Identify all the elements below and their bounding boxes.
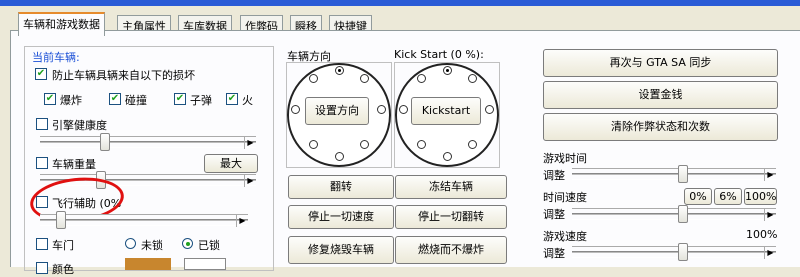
wheel-dot-icon — [335, 152, 344, 161]
protect-label: 防止车辆具辆来自以下的损坏 — [52, 69, 195, 82]
speed-100-button[interactable]: 100% — [744, 188, 777, 205]
wheel-dot-icon — [360, 74, 369, 83]
speed-0-button[interactable]: 0% — [684, 188, 712, 205]
clear-cheat-button[interactable]: 清除作弊状态和次数 — [543, 113, 778, 141]
wheel-dot-icon — [309, 140, 318, 149]
slider-arrow-icon[interactable]: ▶ — [244, 137, 256, 149]
collision-label: 碰撞 — [125, 94, 147, 107]
slider-arrow-icon[interactable]: ▶ — [764, 209, 776, 221]
stop-speed-button[interactable]: 停止一切速度 — [288, 205, 394, 229]
engine-health-slider[interactable]: ▶ — [40, 133, 256, 151]
wheel-dot-icon — [335, 66, 344, 75]
slider-arrow-icon[interactable]: ▶ — [764, 169, 776, 181]
current-vehicle-label: 当前车辆: — [32, 51, 80, 64]
repair-burned-button[interactable]: 修复烧毁车辆 — [288, 236, 394, 264]
time-speed-adjust-label: 调整 — [543, 208, 565, 221]
time-speed-thumb[interactable] — [678, 205, 688, 223]
stop-flip-button[interactable]: 停止一切翻转 — [395, 205, 507, 229]
fire-label: 火 — [242, 94, 253, 107]
collision-checkbox[interactable]: ✔ — [109, 93, 121, 105]
game-speed-adjust-label: 调整 — [543, 247, 565, 260]
time-speed-slider[interactable]: ▶ — [572, 205, 776, 223]
slider-arrow-icon[interactable]: ▶ — [236, 215, 248, 227]
bullet-checkbox[interactable]: ✔ — [174, 93, 186, 105]
burn-no-explode-button[interactable]: 燃烧而不爆炸 — [395, 236, 507, 264]
game-speed-thumb[interactable] — [678, 243, 688, 261]
wheel-dot-icon — [443, 66, 452, 75]
color-swatch-2[interactable] — [184, 258, 226, 270]
game-speed-label: 游戏速度 — [543, 230, 587, 243]
flight-assist-thumb[interactable] — [56, 211, 66, 229]
flight-assist-slider[interactable]: ▶ — [40, 211, 248, 229]
wheel-dot-icon — [291, 105, 300, 114]
set-direction-button[interactable]: 设置方向 — [305, 97, 369, 125]
fire-checkbox[interactable]: ✔ — [226, 93, 238, 105]
game-time-thumb[interactable] — [678, 165, 688, 183]
slider-arrow-icon[interactable]: ▶ — [244, 175, 256, 187]
wheel-dot-icon — [360, 140, 369, 149]
engine-health-label: 引擎健康度 — [52, 119, 107, 132]
kickstart-title: Kick Start (0 %): — [394, 48, 484, 61]
wheel-dot-icon — [468, 74, 477, 83]
tab-vehicle-game-data[interactable]: 车辆和游戏数据 — [18, 12, 105, 36]
game-speed-value: 100% — [746, 228, 778, 241]
explosion-label: 爆炸 — [60, 94, 82, 107]
vehicle-weight-checkbox[interactable] — [36, 157, 48, 169]
engine-health-thumb[interactable] — [100, 133, 110, 151]
kickstart-button[interactable]: Kickstart — [411, 97, 481, 125]
game-time-adjust-label: 调整 — [543, 169, 565, 182]
game-time-slider[interactable]: ▶ — [572, 165, 776, 183]
explosion-checkbox[interactable]: ✔ — [44, 93, 56, 105]
slider-arrow-icon[interactable]: ▶ — [764, 247, 776, 259]
speed-6-button[interactable]: 6% — [714, 188, 742, 205]
unlocked-radio[interactable] — [125, 238, 136, 249]
freeze-vehicle-button[interactable]: 冻结车辆 — [395, 175, 507, 199]
color-swatch[interactable] — [125, 258, 171, 270]
wheel-dot-icon — [309, 74, 318, 83]
wheel-dot-icon — [417, 140, 426, 149]
bullet-label: 子弹 — [190, 94, 212, 107]
wheel-dot-icon — [485, 105, 494, 114]
protect-checkbox[interactable]: ✔ — [35, 68, 47, 80]
engine-health-checkbox[interactable] — [36, 118, 48, 130]
wheel-dot-icon — [417, 74, 426, 83]
locked-label: 已锁 — [198, 239, 220, 252]
max-weight-button[interactable]: 最大 — [204, 154, 258, 173]
set-money-button[interactable]: 设置金钱 — [543, 81, 778, 109]
wheel-dot-icon — [399, 105, 408, 114]
locked-radio[interactable] — [182, 238, 193, 249]
wheel-dot-icon — [377, 105, 386, 114]
flip-button[interactable]: 翻转 — [288, 175, 394, 199]
doors-checkbox[interactable] — [36, 238, 48, 250]
doors-label: 车门 — [52, 239, 74, 252]
wheel-dot-icon — [468, 140, 477, 149]
sync-gta-button[interactable]: 再次与 GTA SA 同步 — [543, 49, 778, 77]
time-speed-label: 时间速度 — [543, 191, 587, 204]
game-speed-slider[interactable]: ▶ — [572, 243, 776, 261]
color-checkbox[interactable] — [36, 262, 48, 274]
game-time-label: 游戏时间 — [543, 152, 587, 165]
wheel-dot-icon — [443, 152, 452, 161]
unlocked-label: 未锁 — [141, 239, 163, 252]
vehicle-weight-label: 车辆重量 — [52, 158, 96, 171]
color-label: 颜色 — [52, 263, 74, 276]
